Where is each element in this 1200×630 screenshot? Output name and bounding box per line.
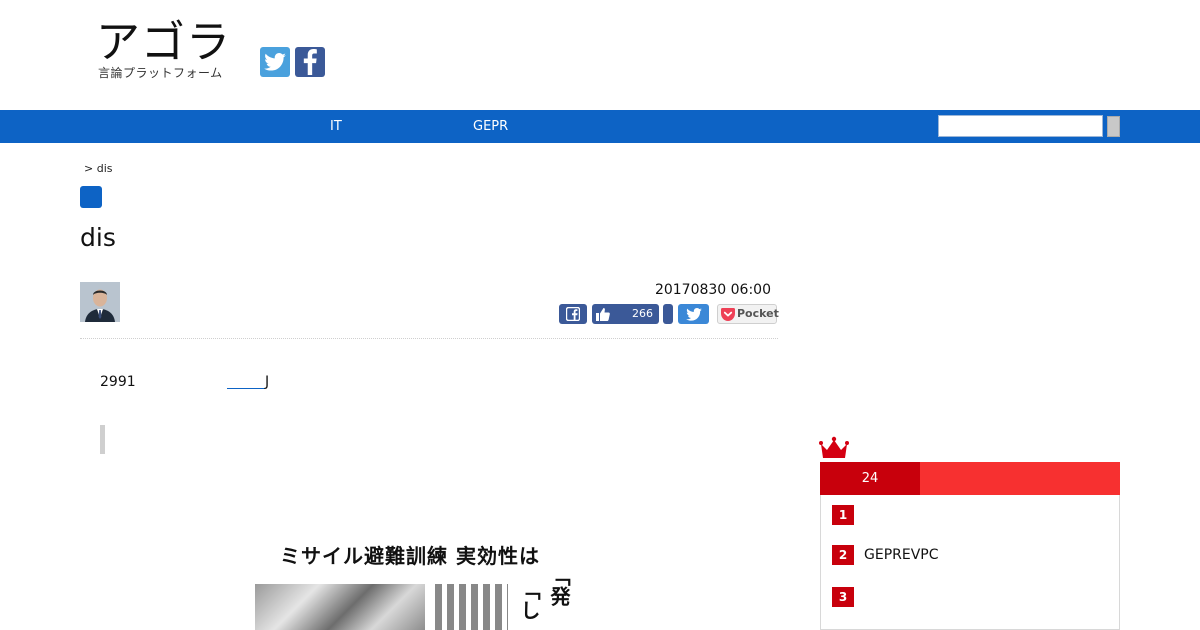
link-suffix: J — [265, 374, 270, 390]
rank-number: 1 — [832, 505, 854, 525]
main-nav: IT GEPR — [0, 110, 1200, 143]
like-count: 266 — [632, 307, 653, 320]
link-underline — [227, 374, 265, 389]
facebook-link[interactable] — [295, 47, 325, 77]
article-link[interactable]: J — [227, 374, 269, 390]
twitter-link[interactable] — [260, 47, 290, 77]
twitter-icon — [685, 307, 702, 321]
rank-number: 3 — [832, 587, 854, 607]
blockquote-bar — [100, 425, 105, 454]
share-extra-button[interactable] — [663, 304, 673, 324]
site-header: アゴラ 言論プラットフォーム — [0, 0, 1200, 110]
facebook-share-button[interactable] — [559, 304, 587, 324]
person-icon — [80, 282, 120, 322]
article-divider — [80, 338, 778, 339]
crown-icon — [819, 436, 849, 458]
newspaper-photo — [255, 584, 425, 630]
twitter-share-button[interactable] — [678, 304, 709, 324]
newspaper-big-text-2: 「発 — [547, 566, 571, 606]
search-input[interactable] — [938, 115, 1103, 137]
newspaper-headline: ミサイル避難訓練 実効性は — [280, 544, 540, 568]
pocket-label: Pocket — [737, 307, 779, 320]
twitter-icon — [264, 53, 286, 71]
site-logo[interactable]: アゴラ 言論プラットフォーム — [96, 18, 246, 84]
pocket-button[interactable]: Pocket — [717, 304, 779, 324]
facebook-icon — [303, 49, 317, 75]
category-icon[interactable] — [80, 186, 102, 208]
thumbs-up-icon — [596, 308, 610, 321]
newspaper-text-columns — [433, 584, 508, 630]
article-paragraph: 2991 — [100, 374, 136, 390]
logo-subtitle: 言論プラットフォーム — [98, 66, 223, 80]
author-avatar[interactable] — [80, 282, 120, 322]
ranking-tab-24h[interactable]: 24 — [820, 462, 920, 495]
search-button[interactable] — [1107, 116, 1120, 137]
facebook-icon — [566, 307, 580, 321]
newspaper-big-text-1: 「し — [517, 580, 541, 620]
logo-title: アゴラ — [96, 17, 231, 68]
newspaper-clipping-image: ミサイル避難訓練 実効性は 「し 「発 — [255, 536, 590, 630]
like-button[interactable]: 266 — [592, 304, 659, 324]
rank-number: 2 — [832, 545, 854, 565]
publish-date: 20170830 06:00 — [654, 282, 771, 298]
nav-item-it[interactable]: IT — [330, 110, 342, 143]
nav-item-gepr[interactable]: GEPR — [473, 110, 508, 143]
pocket-icon — [721, 308, 735, 321]
rank-title: GEPREVPC — [864, 547, 939, 563]
breadcrumb[interactable]: > dis — [84, 162, 112, 175]
page-title: dis — [80, 223, 116, 252]
ranking-tabs: 24 — [820, 462, 1120, 495]
